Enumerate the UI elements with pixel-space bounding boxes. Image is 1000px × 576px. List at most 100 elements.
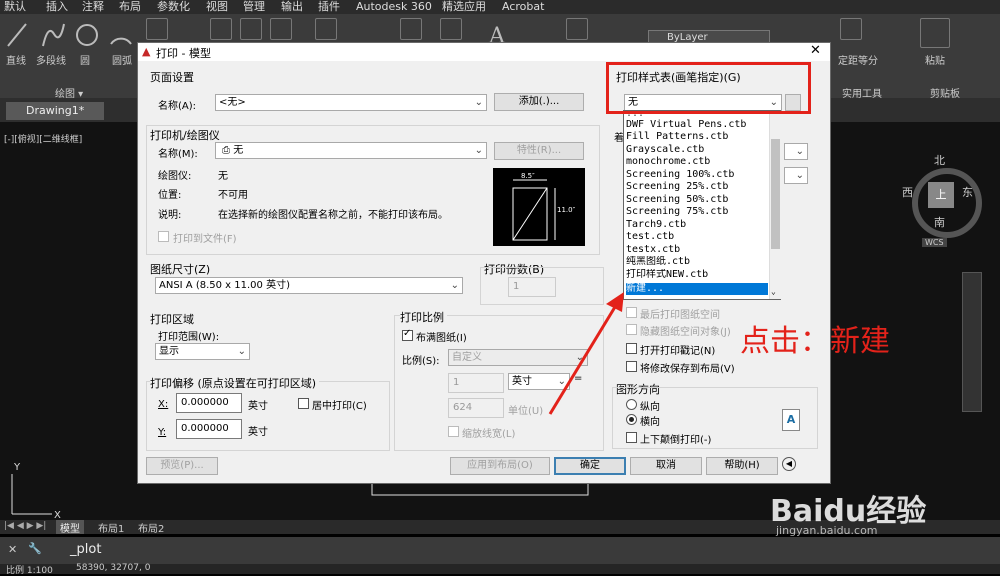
tab-output[interactable]: 输出 <box>281 0 303 14</box>
scale-denominator-input[interactable]: 624 <box>448 398 504 418</box>
upside-down-checkbox[interactable] <box>626 432 637 443</box>
tab-layout[interactable]: 布局 <box>119 0 141 14</box>
viewcube-top-label: 上 <box>935 188 947 201</box>
svg-text:Y: Y <box>13 462 21 473</box>
erase-tool-icon[interactable] <box>270 18 292 40</box>
layer-prop-icon[interactable] <box>440 18 462 40</box>
ucs-icon: YX <box>11 462 61 521</box>
tab-default[interactable]: 默认 <box>4 0 26 14</box>
tab-featured-apps[interactable]: 精选应用 <box>442 0 486 14</box>
command-line[interactable]: ✕ 🔧 _plot <box>0 537 1000 564</box>
printer-properties-button[interactable]: 特性(R)... <box>494 142 584 160</box>
dropdown-item[interactable]: Grayscale.ctb <box>626 144 768 156</box>
arc-tool-label: 圆弧 <box>112 56 132 67</box>
offset-y-input[interactable]: 0.000000 <box>176 419 242 439</box>
doc-tab-drawing1[interactable]: Drawing1* <box>6 102 105 120</box>
scale-lineweights-checkbox[interactable] <box>448 426 459 437</box>
dropdown-item[interactable]: DWF Virtual Pens.ctb <box>626 119 768 131</box>
tab-autodesk360[interactable]: Autodesk 360 <box>356 0 432 14</box>
collapse-options-icon[interactable]: ◀ <box>782 457 796 471</box>
layout-nav-icon[interactable]: |◀ ◀ ▶ ▶| <box>4 521 46 531</box>
navigation-bar[interactable] <box>962 272 982 412</box>
status-scale[interactable]: 比例 1:100 <box>6 563 53 576</box>
dialog-titlebar[interactable]: ▲ 打印 - 模型 ✕ <box>138 43 830 61</box>
layout-tab-model[interactable]: 模型 <box>56 520 84 535</box>
tab-annotate[interactable]: 注释 <box>82 0 104 14</box>
help-button[interactable]: 帮助(H) <box>706 457 778 475</box>
cancel-button[interactable]: 取消 <box>630 457 702 475</box>
plot-style-dropdown-list[interactable]: ... DWF Virtual Pens.ctb Fill Patterns.c… <box>623 110 781 300</box>
add-page-setup-button[interactable]: 添加(.)... <box>494 93 584 111</box>
preview-button[interactable]: 预览(P)... <box>146 457 218 475</box>
status-coords: 58390, 32707, 0 <box>76 563 151 573</box>
tab-acrobat[interactable]: Acrobat <box>502 0 544 14</box>
dropdown-scrollbar[interactable]: ⌄ <box>769 111 781 299</box>
paper-size-combo[interactable]: ANSI A (8.50 x 11.00 英寸) ⌄ <box>155 277 463 294</box>
dropdown-item[interactable]: Screening 25%.ctb <box>626 181 768 193</box>
doc-tab-label: Drawing1* <box>26 104 85 117</box>
close-icon[interactable]: ✕ <box>8 543 17 556</box>
tab-insert[interactable]: 插入 <box>46 0 68 14</box>
block-tool-icon[interactable] <box>566 18 588 40</box>
layout-tab-2[interactable]: 布局2 <box>134 520 168 535</box>
wrench-icon[interactable]: 🔧 <box>28 542 42 555</box>
dropdown-item-new[interactable]: 新建... <box>626 283 768 295</box>
print-to-file-checkbox[interactable] <box>158 231 169 242</box>
tab-manage[interactable]: 管理 <box>243 0 265 14</box>
printer-combo[interactable]: ⎙ 无 ⌄ <box>215 142 487 159</box>
tab-parametric[interactable]: 参数化 <box>157 0 190 14</box>
dropdown-item[interactable]: Screening 75%.ctb <box>626 206 768 218</box>
landscape-label: 横向 <box>640 417 660 428</box>
circle-tool-icon[interactable] <box>74 20 100 50</box>
dropdown-item[interactable]: Tarch9.ctb <box>626 219 768 231</box>
measure-tool-icon[interactable] <box>840 18 862 40</box>
dropdown-item[interactable]: 打印样式NEW.ctb <box>626 269 768 281</box>
dropdown-item[interactable]: testx.ctb <box>626 244 768 256</box>
paper-size-title: 图纸尺寸(Z) <box>150 263 211 276</box>
command-prompt[interactable]: _plot <box>70 542 101 557</box>
dropdown-item[interactable]: Fill Patterns.ctb <box>626 131 768 143</box>
layer-tool-icon[interactable] <box>400 18 422 40</box>
viewport-label[interactable]: [-][俯视][二维线框] <box>4 132 82 145</box>
plotter-value: 无 <box>218 171 228 182</box>
scroll-down-icon[interactable]: ⌄ <box>771 287 776 296</box>
hatch-tool-icon[interactable] <box>315 18 337 40</box>
dpi-combo[interactable]: ⌄ <box>784 167 808 184</box>
plot-range-combo[interactable]: 显示 ⌄ <box>155 343 250 360</box>
dropdown-item[interactable]: 纯黑图纸.ctb <box>626 256 768 268</box>
trim-tool-icon[interactable] <box>240 18 262 40</box>
arc-tool-icon[interactable] <box>108 20 134 50</box>
tab-plugins[interactable]: 插件 <box>318 0 340 14</box>
viewcube-top[interactable]: 上 <box>928 182 954 208</box>
polyline-tool-icon[interactable] <box>40 20 66 50</box>
wcs-label[interactable]: WCS <box>922 238 947 247</box>
layout-tab-1[interactable]: 布局1 <box>94 520 128 535</box>
scrollbar-thumb[interactable] <box>771 139 780 249</box>
rotate-tool-icon[interactable] <box>210 18 232 40</box>
dialog-close-icon[interactable]: ✕ <box>810 43 821 58</box>
plot-offset-group <box>146 381 390 451</box>
annotation-text: 点击：新建 <box>740 324 890 359</box>
fit-to-paper-checkbox[interactable]: ✓ <box>402 328 413 341</box>
dropdown-item[interactable]: test.ctb <box>626 231 768 243</box>
paste-label: 粘贴 <box>925 56 945 67</box>
move-tool-icon[interactable] <box>146 18 168 40</box>
line-tool-icon[interactable] <box>4 20 30 50</box>
center-plot-label: 居中打印(C) <box>312 401 367 412</box>
offset-x-input[interactable]: 0.000000 <box>176 393 242 413</box>
apply-to-layout-button[interactable]: 应用到布局(O) <box>450 457 550 475</box>
chevron-down-icon: ⌄ <box>474 97 483 108</box>
description-value: 在选择新的绘图仪配置名称之前，不能打印该布局。 <box>218 210 448 221</box>
scale-lineweights-label: 缩放线宽(L) <box>462 429 516 440</box>
paste-icon[interactable] <box>920 18 950 48</box>
page-setup-combo[interactable]: <无> ⌄ <box>215 94 487 111</box>
center-plot-checkbox[interactable] <box>298 398 309 409</box>
ok-button[interactable]: 确定 <box>554 457 626 475</box>
dropdown-item[interactable]: Screening 100%.ctb <box>626 169 768 181</box>
dropdown-item[interactable]: Screening 50%.ctb <box>626 194 768 206</box>
scale-numerator-input[interactable]: 1 <box>448 373 504 393</box>
tab-view[interactable]: 视图 <box>206 0 228 14</box>
dialog-title: 打印 - 模型 <box>156 47 211 60</box>
quality-combo[interactable]: ⌄ <box>784 143 808 160</box>
dropdown-item[interactable]: monochrome.ctb <box>626 156 768 168</box>
